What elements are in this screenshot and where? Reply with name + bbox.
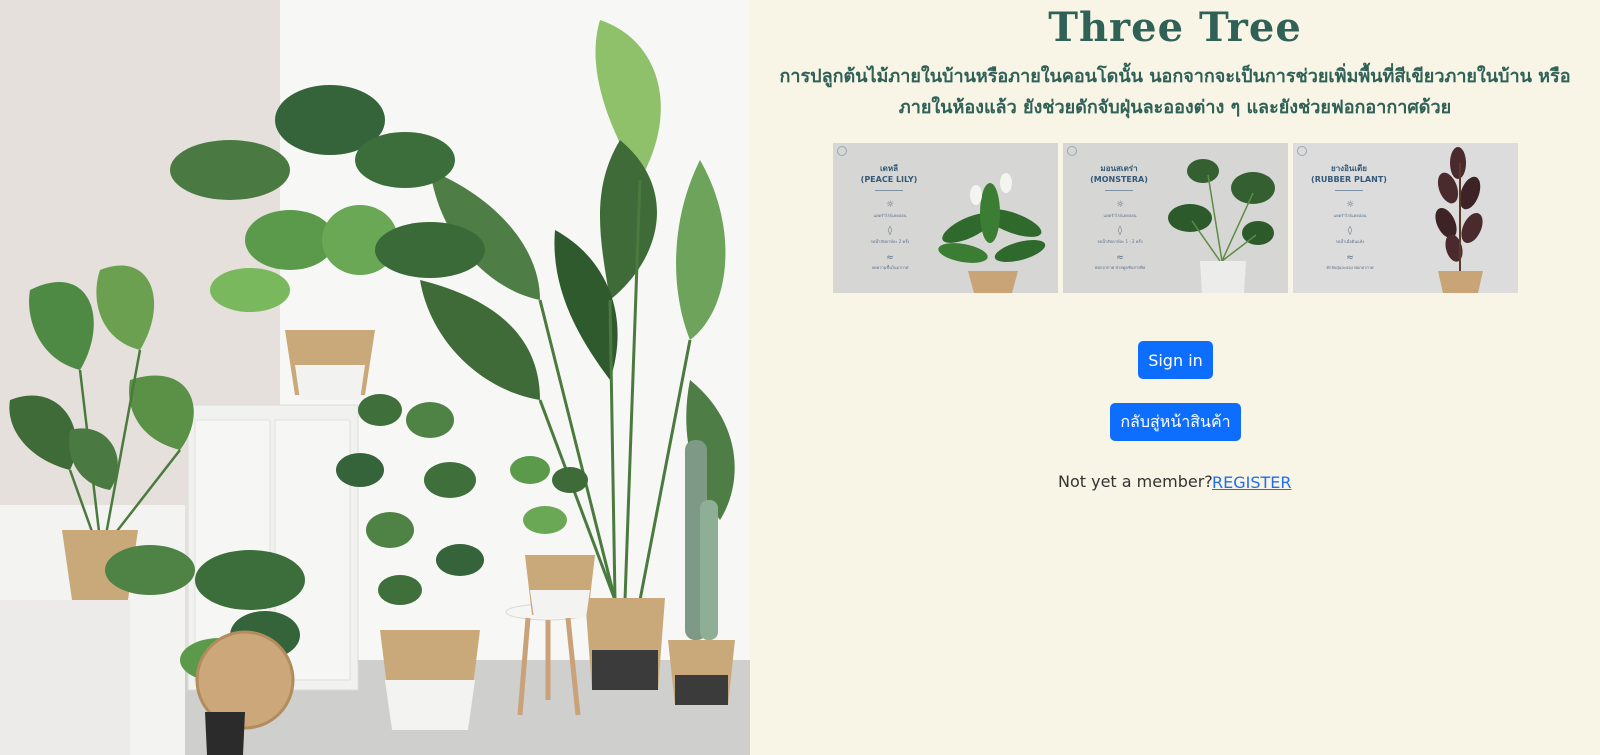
monstera-image bbox=[1168, 159, 1275, 293]
login-panel: Three Tree การปลูกต้นไม้ภายในบ้านหรือภาย… bbox=[750, 0, 1600, 755]
sign-in-button[interactable]: Sign in bbox=[1138, 341, 1213, 379]
plant-tip: ฟอกอากาศ ช่วยดูดซับสารพิษ bbox=[1094, 265, 1146, 270]
plant-tip: รดน้ำสัปดาห์ละ 1 - 2 ครั้ง bbox=[1097, 239, 1143, 244]
divider bbox=[1105, 190, 1133, 191]
plant-tip: แดดรำไร/แดดอ่อน bbox=[873, 213, 907, 218]
site-title: Three Tree bbox=[1048, 4, 1302, 51]
plant-card-monstera: มอนสเตร่า (MONSTERA) ☼ แดดรำไร/แดดอ่อน ◊ … bbox=[1063, 143, 1288, 293]
hero-plants-image bbox=[0, 0, 750, 755]
water-drop-icon: ◊ bbox=[1117, 226, 1123, 236]
plant-tip: ลดความชื้นในอากาศ bbox=[871, 265, 909, 270]
air-icon: ≈ bbox=[1116, 253, 1124, 263]
peace-lily-image bbox=[938, 173, 1046, 293]
water-drop-icon: ◊ bbox=[1347, 226, 1353, 236]
member-prompt: Not yet a member? bbox=[1058, 472, 1213, 491]
divider bbox=[1335, 190, 1363, 191]
card-logo-icon bbox=[1297, 146, 1307, 156]
card-logo-icon bbox=[1067, 146, 1077, 156]
plant-card-peace-lily: เดหลี (PEACE LILY) ☼ แดดรำไร/แดดอ่อน ◊ รด… bbox=[833, 143, 1058, 293]
plant-name-th: มอนสเตร่า (MONSTERA) bbox=[1090, 164, 1148, 184]
plant-tip: แดดรำไร/แดดอ่อน bbox=[1333, 213, 1367, 218]
sun-icon: ☼ bbox=[885, 200, 895, 210]
plant-card-rubber-plant: ยางอินเดีย (RUBBER PLANT) ☼ แดดรำไร/แดดอ่… bbox=[1293, 143, 1518, 293]
plant-name-th: ยางอินเดีย (RUBBER PLANT) bbox=[1311, 164, 1387, 184]
back-to-products-button[interactable]: กลับสู่หน้าสินค้า bbox=[1110, 403, 1241, 441]
divider bbox=[875, 190, 903, 191]
rubber-plant-image bbox=[1435, 147, 1483, 293]
plant-tip: รดน้ำสัปดาห์ละ 2 ครั้ง bbox=[870, 239, 910, 244]
plant-cards: เดหลี (PEACE LILY) ☼ แดดรำไร/แดดอ่อน ◊ รด… bbox=[833, 143, 1523, 293]
sun-icon: ☼ bbox=[1115, 200, 1125, 210]
site-tagline: การปลูกต้นไม้ภายในบ้านหรือภายในคอนโดนั้น… bbox=[779, 66, 1571, 118]
plant-tip: ดักจับฝุ่นละออง ฟอกอากาศ bbox=[1326, 265, 1374, 270]
indoor-plants-illustration bbox=[0, 0, 750, 755]
sun-icon: ☼ bbox=[1345, 200, 1355, 210]
plant-name-th: เดหลี (PEACE LILY) bbox=[860, 164, 918, 184]
card-logo-icon bbox=[837, 146, 847, 156]
register-link[interactable]: REGISTER bbox=[1212, 473, 1292, 492]
plant-tip: รดน้ำเมื่อดินแห้ง bbox=[1335, 239, 1365, 244]
water-drop-icon: ◊ bbox=[887, 226, 893, 236]
air-icon: ≈ bbox=[1346, 253, 1354, 263]
air-icon: ≈ bbox=[886, 253, 894, 263]
plant-tip: แดดรำไร/แดดอ่อน bbox=[1103, 213, 1137, 218]
